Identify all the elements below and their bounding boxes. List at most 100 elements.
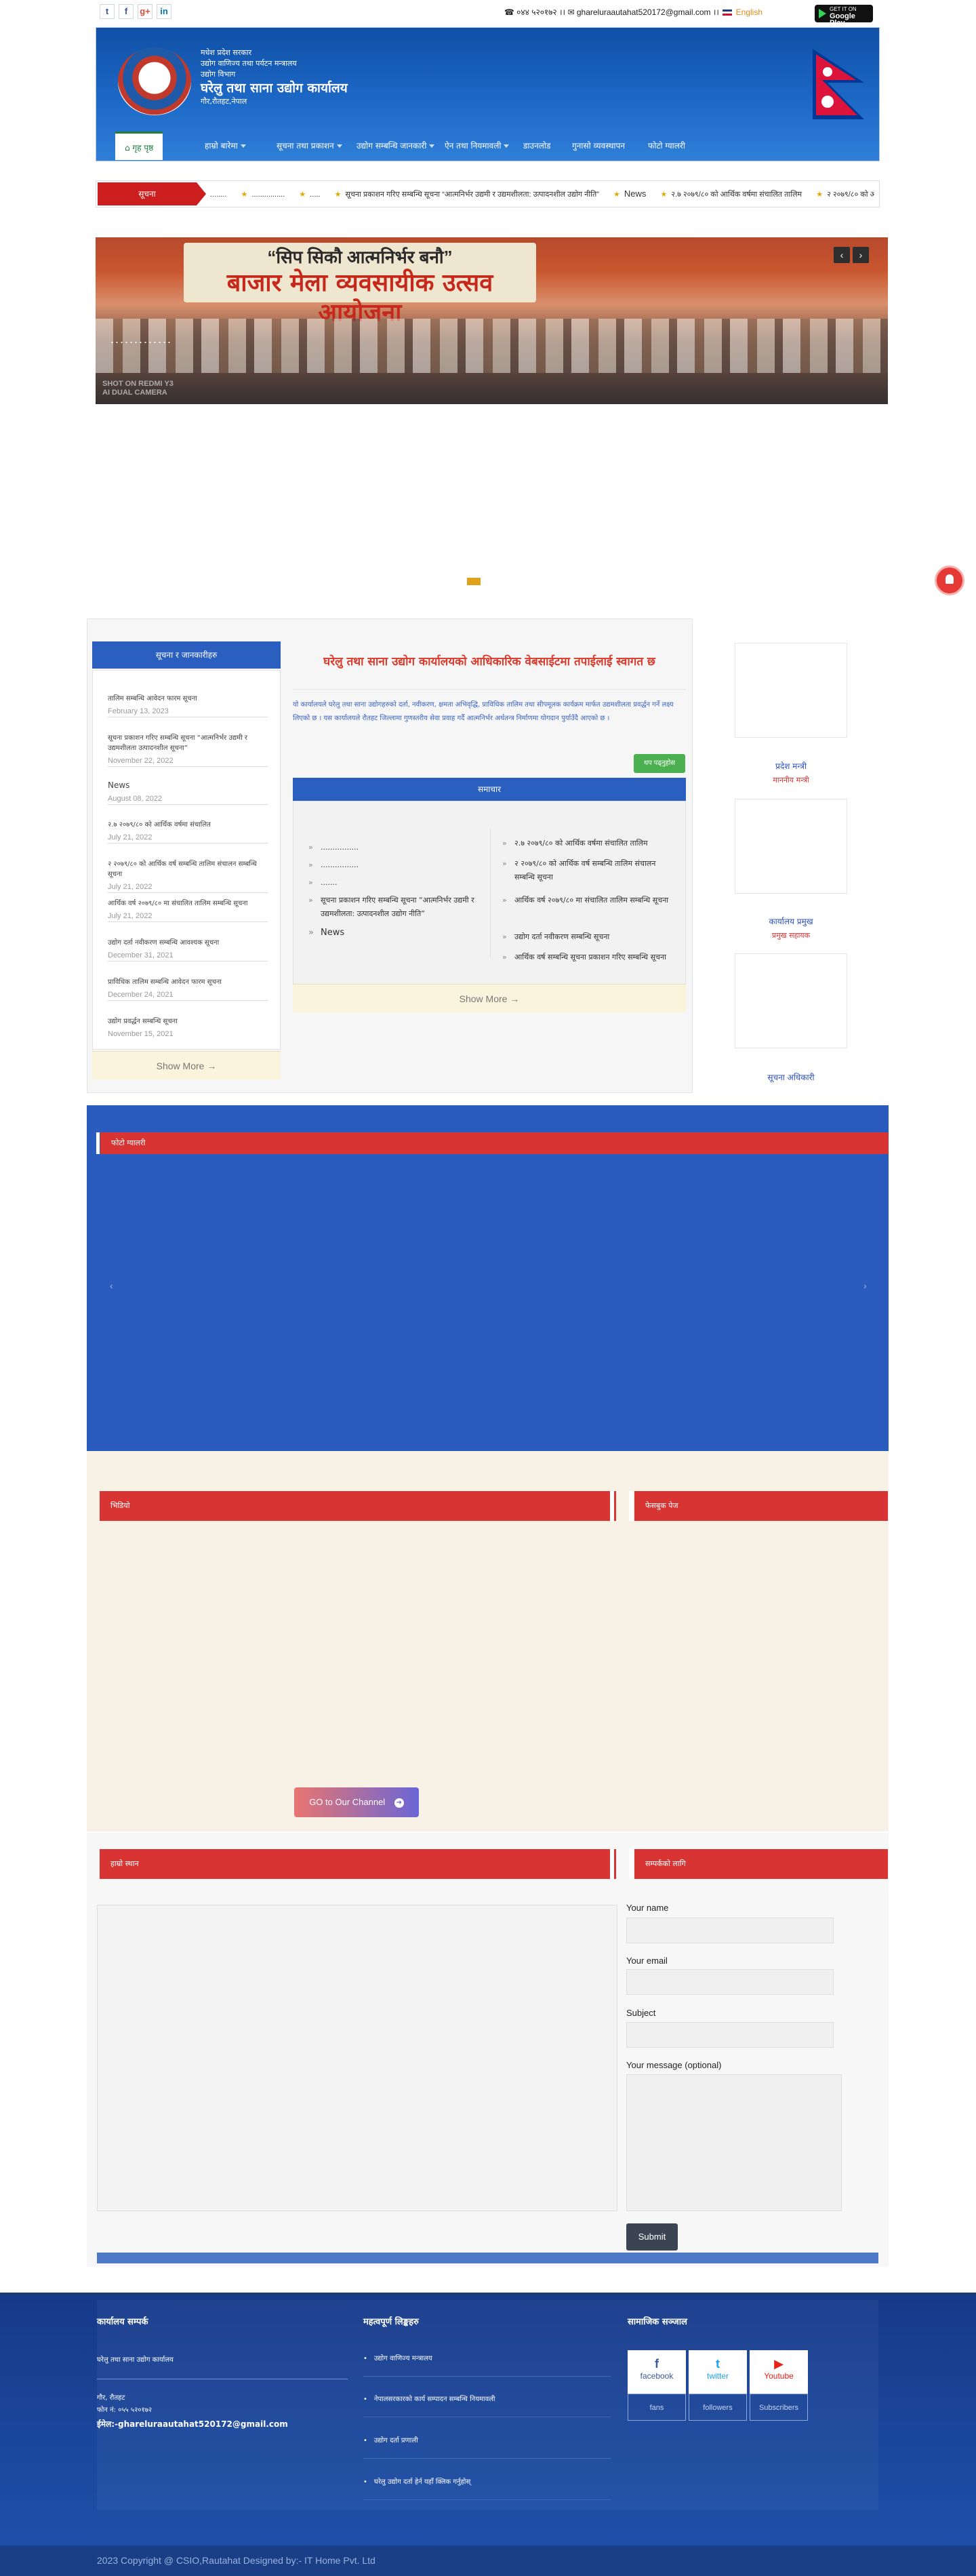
ticker-label: सूचना [98, 182, 206, 205]
message-label: Your message (optional) [626, 2060, 722, 2070]
google-plus-icon[interactable]: g+ [138, 4, 152, 19]
news-item[interactable]: News [308, 926, 476, 940]
facebook-count: fans [628, 2394, 686, 2421]
notice-item[interactable]: प्राविधिक तालिम सम्बन्धि आवेदन फारम सूचन… [108, 977, 268, 1001]
google-play-badge[interactable]: GET IT ON Google Play [815, 5, 873, 27]
nav-home[interactable]: ⌂ गृह पृष्ठ [115, 132, 163, 160]
news-item[interactable]: २ २०७९/८० को आर्थिक वर्ष सम्बन्धि तालिम … [502, 857, 677, 884]
star-icon: ★ [299, 191, 306, 199]
notice-date: February 13, 2023 [108, 707, 169, 715]
notice-item[interactable]: आर्थिक वर्ष २०७९/८० मा संचालित तालिम सम्… [108, 898, 268, 922]
notice-date: November 15, 2021 [108, 1030, 174, 1038]
notice-item[interactable]: उद्योग प्रवर्द्धन सम्बन्धि सूचना November… [108, 1016, 268, 1039]
nav-notices[interactable]: सूचना तथा प्रकाशन [277, 132, 342, 160]
nav-acts[interactable]: ऐन तथा नियमावली [445, 132, 510, 160]
ticker-item[interactable]: ........ [210, 191, 226, 199]
star-icon: ★ [816, 191, 824, 199]
notice-date: July 21, 2022 [108, 883, 152, 891]
nav-label: ऐन तथा नियमावली [445, 141, 502, 151]
news-item[interactable]: आर्थिक वर्ष २०७९/८० मा संचालित तालिम सम्… [502, 894, 677, 907]
star-icon: ★ [241, 191, 248, 199]
facebook-icon[interactable]: f [119, 4, 134, 19]
nav-about[interactable]: हाम्रो बारेमा [205, 132, 246, 160]
notices-show-more-button[interactable]: Show More → [92, 1051, 281, 1079]
ticker-item[interactable]: News [624, 189, 647, 199]
gallery-heading: फोटो ग्यालरी [100, 1132, 889, 1154]
accent-bar [610, 1491, 614, 1521]
subject-field[interactable] [626, 2022, 834, 2048]
play-badge-store: Google Play [830, 12, 855, 27]
notice-title: आर्थिक वर्ष २०७९/८० मा संचालित तालिम सम्… [108, 900, 248, 907]
notice-item[interactable]: News August 08, 2022 [108, 780, 268, 805]
notice-item[interactable]: तालिम सम्बन्धि आवेदन फारम सूचना February … [108, 694, 268, 717]
intro-title: घरेलु तथा साना उद्योग कार्यालयको आधिकारि… [323, 655, 655, 669]
youtube-social-button[interactable]: ▶ Youtube [750, 2350, 808, 2394]
message-textarea[interactable] [626, 2074, 842, 2211]
footer-links-heading: महत्वपूर्ण लिङ्कहरु [363, 2317, 419, 2327]
email-icon: ✉ [567, 7, 575, 17]
notice-title: प्राविधिक तालिम सम्बन्धि आवेदन फारम सूचन… [108, 978, 222, 986]
gallery-next-arrow[interactable]: › [863, 1280, 867, 1291]
footer-link[interactable]: नेपालसरकारको कार्य सम्पादन सम्बन्धि नियम… [363, 2394, 611, 2417]
news-item[interactable]: सूचना प्रकाशन गरिए सम्बन्धि सूचना “आत्मन… [308, 894, 476, 921]
slider-next-button[interactable]: › [853, 247, 869, 263]
uk-flag-icon [723, 9, 733, 16]
news-show-more-button[interactable]: Show More → [293, 984, 686, 1012]
go-to-channel-button[interactable]: GO to Our Channel ➔ [294, 1787, 419, 1817]
news-item[interactable]: ....... [308, 876, 476, 890]
email-field[interactable] [626, 1969, 834, 1995]
name-field[interactable] [626, 1918, 834, 1943]
read-more-button[interactable]: थप पढ्नुहोस [634, 754, 685, 773]
chevron-down-icon [336, 144, 342, 148]
notice-title: २ २०७९/८० को आर्थिक वर्ष सम्बन्धि तालिम … [108, 860, 257, 878]
linkedin-icon[interactable]: in [157, 4, 171, 19]
nepal-emblem-logo [118, 47, 191, 115]
location-map[interactable] [97, 1905, 617, 2211]
nav-download[interactable]: डाउनलोड [523, 132, 550, 160]
notice-item[interactable]: उद्योग दर्ता नवीकरण सम्बन्धि आवश्यक सूचन… [108, 938, 268, 962]
official-role: प्रमुख सहायक [771, 931, 811, 940]
twitter-social-button[interactable]: t twitter [689, 2350, 747, 2394]
nav-label: हाम्रो बारेमा [205, 141, 238, 151]
map-heading: हाम्रो स्थान [100, 1849, 616, 1879]
footer-link[interactable]: उद्योग दर्ता प्रणाली [363, 2435, 611, 2459]
notice-item[interactable]: सूचना प्रकाशन गरिए सम्बन्धि सूचना “आत्मन… [108, 733, 268, 767]
ticker-item[interactable]: २ २०७९/८० को आर्थिक वर्ष सम्बन्धि [827, 191, 874, 199]
channel-button-label: GO to Our Channel [309, 1797, 386, 1807]
email-link[interactable]: ghareluraautahat520172@gmail.com [577, 7, 711, 17]
news-item[interactable]: ................ [308, 858, 476, 872]
footer-link[interactable]: उद्योग वाणिज्य मन्त्रालय [363, 2353, 611, 2377]
news-ticker: सूचना ........ ★................ ★..... … [96, 180, 880, 207]
video-heading: भिडियो [100, 1491, 616, 1521]
notice-item[interactable]: २.७ २०७९/८० को आर्थिक वर्षमा संचालित July… [108, 820, 268, 844]
ticker-item[interactable]: ................ [251, 191, 285, 199]
notices-heading: सूचना र जानकारीहरु [92, 641, 281, 669]
home-icon: ⌂ [125, 143, 133, 153]
footer-link[interactable]: घरेलु उद्योग दर्ता हेर्न यहाँ क्लिक गर्न… [363, 2476, 611, 2500]
news-item[interactable]: ................ [308, 841, 476, 854]
slider-prev-button[interactable]: ‹ [834, 247, 850, 263]
youtube-label: Youtube [764, 2371, 794, 2381]
nav-industry-info[interactable]: उद्योग सम्बन्धि जानकारी [357, 132, 435, 160]
language-switch[interactable]: English [736, 7, 762, 17]
facebook-social-button[interactable]: f facebook [628, 2350, 686, 2394]
news-item[interactable]: आर्थिक वर्ष सम्बन्धि सूचना प्रकाशन गरिए … [502, 951, 677, 964]
twitter-icon[interactable]: t [100, 4, 115, 19]
ticker-item[interactable]: २.७ २०७९/८० को आर्थिक वर्षमा संचालित ताल… [671, 191, 802, 199]
news-item[interactable]: २.७ २०७९/८० को आर्थिक वर्षमा संचालित ताल… [502, 837, 677, 850]
accent-bar [629, 1491, 633, 1521]
ticker-item[interactable]: सूचना प्रकाशन गरिए सम्बन्धि सूचना “आत्मन… [345, 191, 598, 199]
notification-bell-icon[interactable] [935, 566, 964, 595]
nav-gallery[interactable]: फोटो ग्यालरी [648, 132, 685, 160]
notice-item[interactable]: २ २०७९/८० को आर्थिक वर्ष सम्बन्धि तालिम … [108, 859, 268, 893]
news-item[interactable]: उद्योग दर्ता नवीकरण सम्बन्धि सूचना [502, 930, 677, 944]
notice-title: सूचना प्रकाशन गरिए सम्बन्धि सूचना “आत्मन… [108, 734, 248, 752]
submit-button[interactable]: Submit [626, 2223, 678, 2251]
nav-grievance[interactable]: गुनासो व्यवस्थापन [572, 132, 625, 160]
slide-people [96, 319, 888, 373]
nepal-flag [813, 49, 864, 119]
notice-date: December 31, 2021 [108, 951, 174, 959]
footer-email[interactable]: ईमेल:-ghareluraautahat520172@gmail.com [97, 2418, 288, 2430]
gallery-prev-arrow[interactable]: ‹ [110, 1280, 113, 1291]
ticker-item[interactable]: ..... [310, 191, 320, 199]
